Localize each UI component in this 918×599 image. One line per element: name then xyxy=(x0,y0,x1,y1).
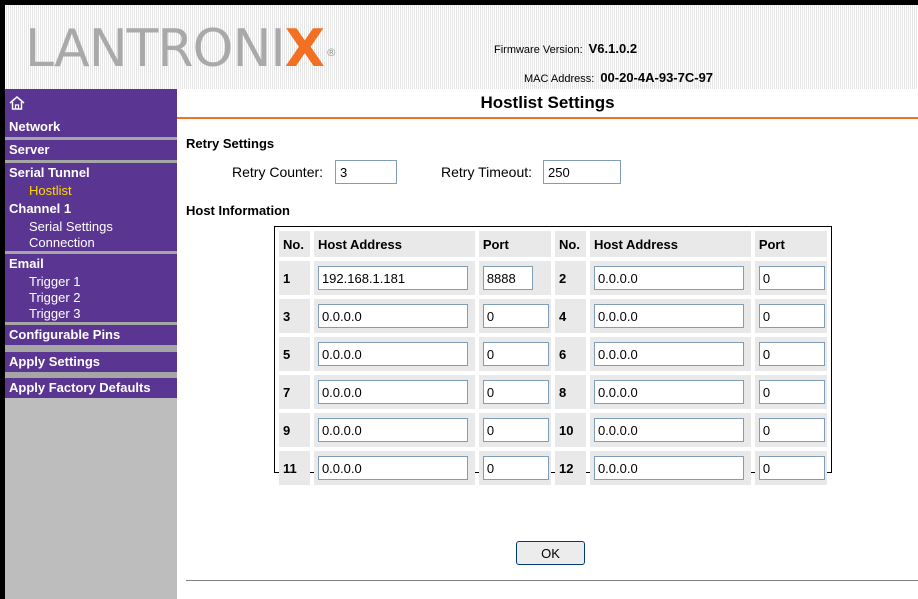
host-number: 9 xyxy=(279,413,310,447)
host-number: 10 xyxy=(555,413,586,447)
sidebar-item-apply-settings[interactable]: Apply Settings xyxy=(5,352,177,372)
col-header-port: Port xyxy=(478,231,551,257)
nav-group-server: Server xyxy=(5,140,177,160)
sidebar-item-server[interactable]: Server xyxy=(5,140,177,160)
host-address-input[interactable] xyxy=(593,456,744,480)
logo-registered-mark: ® xyxy=(325,46,337,59)
host-address-input[interactable] xyxy=(593,418,744,442)
col-header-port: Port xyxy=(754,231,827,257)
table-row: 5 6 xyxy=(279,337,827,371)
nav-group-configurable-pins: Configurable Pins xyxy=(5,325,177,345)
host-port-input[interactable] xyxy=(482,266,533,290)
host-number: 1 xyxy=(279,261,310,295)
host-port-input[interactable] xyxy=(758,380,825,404)
ok-button[interactable]: OK xyxy=(516,541,585,565)
host-port-input[interactable] xyxy=(482,342,549,366)
header-banner: LANTRONI X ® Firmware Version: V6.1.0.2 MAC… xyxy=(5,5,918,89)
host-address-input[interactable] xyxy=(317,342,468,366)
host-number: 11 xyxy=(279,451,310,485)
host-number: 6 xyxy=(555,337,586,371)
host-address-input[interactable] xyxy=(317,266,468,290)
sidebar-item-serial-tunnel[interactable]: Serial Tunnel xyxy=(5,163,177,183)
host-number: 4 xyxy=(555,299,586,333)
sidebar-item-configurable-pins[interactable]: Configurable Pins xyxy=(5,325,177,345)
nav-group-network: Network xyxy=(5,117,177,137)
table-row: 7 8 xyxy=(279,375,827,409)
nav-group-apply-settings: Apply Settings xyxy=(5,352,177,372)
host-address-input[interactable] xyxy=(317,304,468,328)
retry-settings-heading: Retry Settings xyxy=(186,136,275,151)
col-header-no: No. xyxy=(279,231,310,257)
host-number: 2 xyxy=(555,261,586,295)
home-icon[interactable] xyxy=(9,96,25,110)
mac-label: MAC Address: xyxy=(524,73,595,85)
sidebar-nav: Network Server Serial Tunnel Hostlist Ch… xyxy=(5,89,177,599)
host-address-input[interactable] xyxy=(317,456,468,480)
nav-group-apply-factory-defaults: Apply Factory Defaults xyxy=(5,378,177,398)
host-information-table: No. Host Address Port No. Host Address P… xyxy=(274,226,832,485)
host-port-input[interactable] xyxy=(758,342,825,366)
host-port-input[interactable] xyxy=(758,418,825,442)
host-address-input[interactable] xyxy=(317,380,468,404)
nav-group-email: Email Trigger 1 Trigger 2 Trigger 3 xyxy=(5,254,177,322)
table-row: 11 12 xyxy=(279,451,827,485)
sidebar-item-trigger-1[interactable]: Trigger 1 xyxy=(5,274,177,290)
mac-value: 00-20-4A-93-7C-97 xyxy=(600,70,714,85)
firmware-version: Firmware Version: V6.1.0.2 xyxy=(494,41,637,56)
host-address-input[interactable] xyxy=(593,380,744,404)
table-row: 9 10 xyxy=(279,413,827,447)
host-number: 5 xyxy=(279,337,310,371)
sidebar-item-trigger-3[interactable]: Trigger 3 xyxy=(5,306,177,322)
host-address-input[interactable] xyxy=(593,342,744,366)
sidebar-item-apply-factory-defaults[interactable]: Apply Factory Defaults xyxy=(5,378,177,398)
page-title: Hostlist Settings xyxy=(177,89,918,119)
logo-text: LANTRONI xyxy=(25,19,286,79)
host-information-heading: Host Information xyxy=(186,203,290,218)
sidebar-item-connection[interactable]: Connection xyxy=(5,235,177,251)
nav-group-serial-tunnel: Serial Tunnel Hostlist Channel 1 Serial … xyxy=(5,163,177,251)
nav-divider xyxy=(5,345,177,352)
bottom-divider xyxy=(186,580,918,581)
table-header-row: No. Host Address Port No. Host Address P… xyxy=(279,231,827,257)
host-address-input[interactable] xyxy=(593,304,744,328)
firmware-value: V6.1.0.2 xyxy=(588,41,638,56)
sidebar-item-email[interactable]: Email xyxy=(5,254,177,274)
host-port-input[interactable] xyxy=(482,380,549,404)
host-address-input[interactable] xyxy=(593,266,744,290)
lantronix-logo: LANTRONI X ® xyxy=(25,19,337,79)
col-header-host-address: Host Address xyxy=(313,231,475,257)
host-number: 3 xyxy=(279,299,310,333)
host-address-input[interactable] xyxy=(317,418,468,442)
retry-counter-label: Retry Counter: xyxy=(232,164,324,180)
retry-counter-input[interactable] xyxy=(335,160,397,184)
host-port-input[interactable] xyxy=(482,304,549,328)
col-header-host-address: Host Address xyxy=(589,231,751,257)
sidebar-item-hostlist[interactable]: Hostlist xyxy=(5,183,177,199)
host-port-input[interactable] xyxy=(482,456,549,480)
retry-timeout-label: Retry Timeout: xyxy=(441,164,533,180)
sidebar-item-serial-settings[interactable]: Serial Settings xyxy=(5,219,177,235)
sidebar-item-channel-1[interactable]: Channel 1 xyxy=(5,199,177,219)
mac-address: MAC Address: 00-20-4A-93-7C-97 xyxy=(524,70,713,85)
host-number: 8 xyxy=(555,375,586,409)
logo-x: X xyxy=(284,19,325,79)
col-header-no: No. xyxy=(555,231,586,257)
host-number: 7 xyxy=(279,375,310,409)
table-row: 1 2 xyxy=(279,261,827,295)
firmware-label: Firmware Version: xyxy=(494,44,583,56)
table-row: 3 4 xyxy=(279,299,827,333)
host-port-input[interactable] xyxy=(758,304,825,328)
host-port-input[interactable] xyxy=(482,418,549,442)
sidebar-item-network[interactable]: Network xyxy=(5,117,177,137)
host-port-input[interactable] xyxy=(758,266,825,290)
sidebar-item-trigger-2[interactable]: Trigger 2 xyxy=(5,290,177,306)
host-port-input[interactable] xyxy=(758,456,825,480)
home-link[interactable] xyxy=(5,89,177,117)
host-number: 12 xyxy=(555,451,586,485)
retry-timeout-input[interactable] xyxy=(543,160,621,184)
